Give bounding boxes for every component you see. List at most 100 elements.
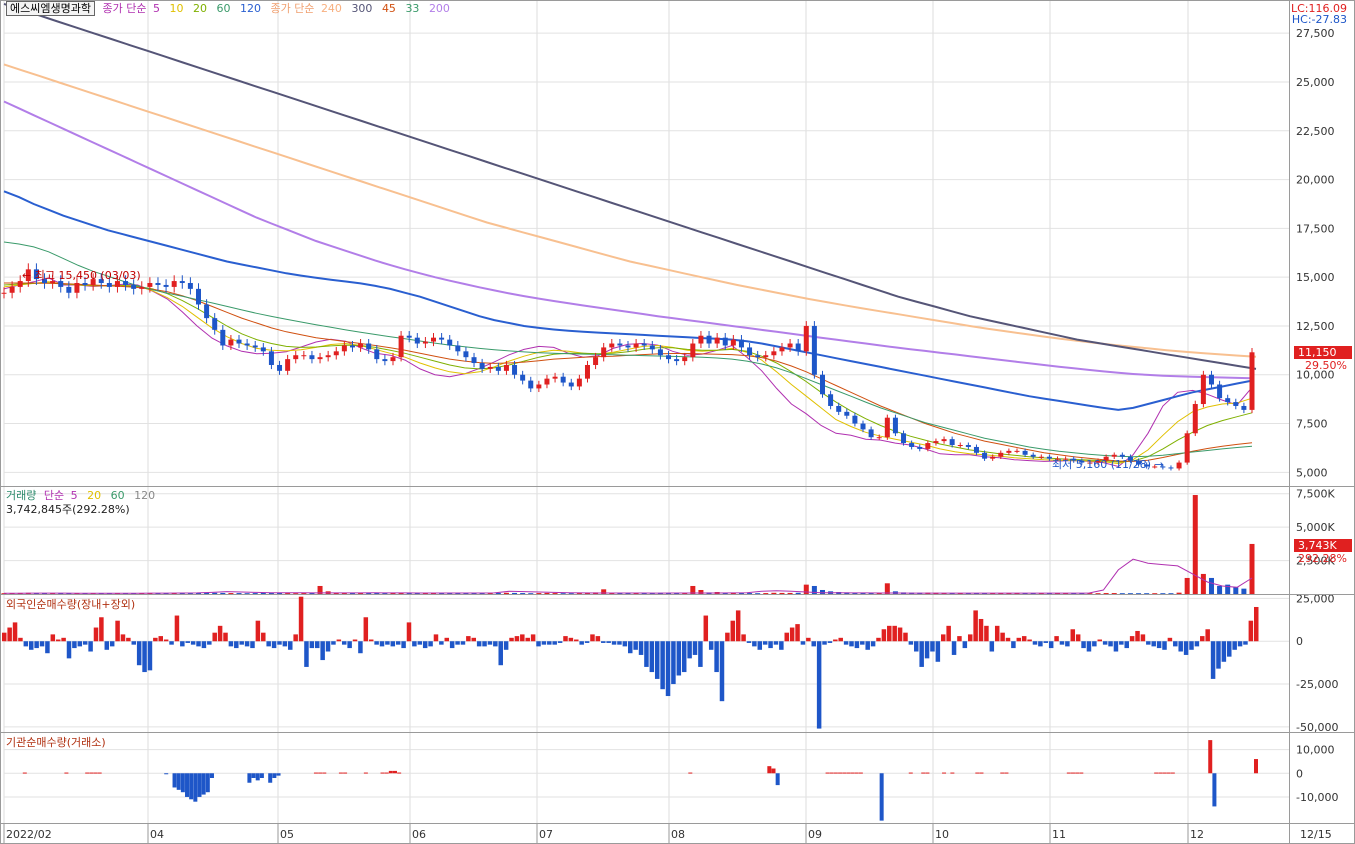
candle-body (268, 351, 274, 365)
flow-bar (536, 641, 541, 647)
flow-bar (406, 622, 412, 642)
candle-body (520, 374, 526, 381)
flow-bar (363, 772, 368, 774)
flow-bar (919, 641, 924, 667)
flow-bar (811, 641, 816, 647)
flow-bar (1119, 641, 1124, 645)
candle-body (252, 345, 258, 348)
flow-bar (1043, 641, 1049, 643)
flow-bar (865, 641, 870, 650)
stock-name[interactable]: 에스씨엠생명과학 (6, 1, 95, 16)
flow-bar (23, 641, 29, 647)
flow-bar (984, 625, 989, 642)
flow-bar (1205, 629, 1210, 642)
flow-bar (251, 773, 256, 778)
candle-body (747, 347, 753, 356)
flow-bar (973, 610, 978, 642)
flow-bar (989, 641, 995, 652)
candle-body (1192, 404, 1198, 434)
flow-bar (88, 641, 93, 652)
flow-bar (374, 641, 379, 645)
candle-body (366, 343, 372, 350)
volume-bar (212, 592, 218, 594)
flow-bar (1113, 641, 1119, 652)
flow-bar (205, 773, 210, 793)
candle-body (382, 359, 388, 362)
volume-bar (803, 584, 809, 594)
candle-body (973, 446, 979, 453)
flow-bar (61, 637, 66, 642)
x-tick-label: 2022/02 (6, 828, 52, 841)
flow-bar (935, 641, 941, 662)
candle-body (1233, 402, 1239, 406)
candle-body (933, 441, 939, 444)
candle-body (965, 445, 971, 447)
candle-body (277, 364, 283, 371)
volume-bar (536, 593, 542, 595)
flow-bar (164, 773, 169, 775)
flow-bar (201, 641, 207, 649)
flow-bar (352, 639, 358, 642)
candle-body (244, 343, 250, 346)
candle-body (82, 283, 88, 285)
flow-bar (563, 636, 568, 642)
flow-bar (1021, 636, 1027, 642)
flow-bar (767, 766, 772, 774)
candle-body (957, 445, 963, 447)
flow-bar (849, 641, 854, 647)
flow-bar (417, 641, 423, 645)
flow-bar (196, 641, 201, 647)
candle-body (998, 452, 1004, 457)
flow-bar (39, 641, 45, 647)
flow-bar (879, 773, 884, 821)
flow-bar (449, 641, 455, 649)
flow-bar (298, 596, 304, 642)
flow-bar (201, 773, 206, 795)
candle-body (755, 355, 761, 358)
flow-bar (358, 641, 363, 654)
flow-bar (315, 641, 320, 649)
flow-bar (271, 641, 277, 649)
chart-canvas[interactable]: 5,000 7,500 10,000 12,500 15,000 17,500 20,000… (0, 0, 1355, 844)
flow-bar (892, 625, 897, 642)
flow-bar (412, 641, 417, 647)
candle-body (171, 281, 177, 287)
flow-bar (207, 641, 212, 645)
candle-body (349, 345, 355, 348)
ma120-label: 120 (239, 2, 261, 15)
flow-bar (239, 641, 244, 645)
flow-bar (115, 620, 120, 642)
flow-bar (343, 772, 348, 774)
flow-bar (509, 637, 514, 642)
flow-bar (259, 773, 264, 778)
flow-bar (266, 641, 271, 647)
flow-bar (1254, 606, 1259, 642)
candle-body (1014, 450, 1020, 452)
candle-body (1022, 450, 1028, 455)
candle-body (455, 345, 461, 352)
flow-bar (552, 641, 557, 645)
flow-bar (951, 641, 957, 655)
flow-bar (925, 772, 930, 774)
flow-bar (163, 639, 169, 642)
candle-body (1200, 374, 1206, 405)
flow-bar (1135, 630, 1140, 642)
flow-bar (1097, 639, 1102, 642)
candle-body (682, 357, 688, 362)
candle-body (909, 443, 915, 447)
low-annotation: 최저 5,160 (11/28) → (1052, 458, 1164, 471)
volume-title: 거래량 (6, 489, 37, 502)
flow-bar (746, 641, 752, 643)
flow-bar (185, 641, 190, 643)
candle-body (876, 437, 882, 439)
flow-bar (444, 637, 450, 642)
flow-bar (1154, 772, 1159, 774)
flow-bar (994, 625, 1000, 642)
flow-bar (590, 634, 595, 642)
flow-bar (395, 641, 401, 645)
flow-bar (568, 637, 574, 642)
flow-bar (1254, 759, 1258, 774)
flow-bar (392, 770, 397, 774)
flow-bar (309, 641, 315, 649)
flow-bar (433, 634, 439, 642)
